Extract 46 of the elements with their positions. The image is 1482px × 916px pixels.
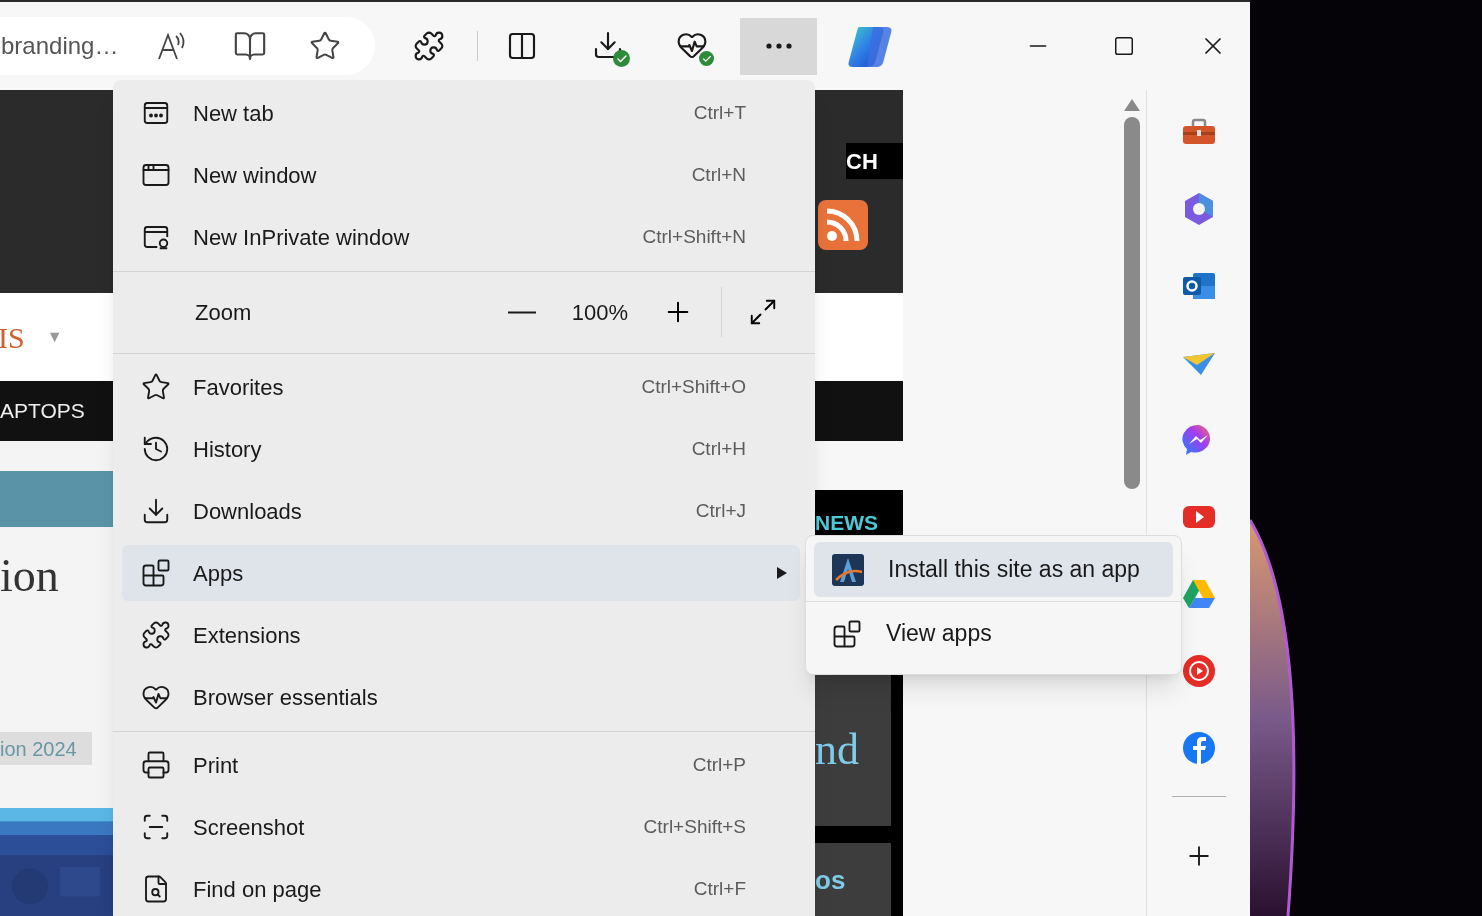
more-icon bbox=[765, 43, 792, 49]
menu-item[interactable]: Extensions bbox=[122, 607, 800, 663]
puzzle-icon bbox=[141, 620, 171, 650]
menu-item[interactable]: Browser essentials bbox=[122, 669, 800, 725]
extensions-icon[interactable] bbox=[413, 30, 445, 62]
article-heading: os bbox=[815, 867, 847, 893]
rss-icon[interactable] bbox=[818, 200, 868, 250]
star-icon bbox=[141, 372, 171, 402]
screenshot-icon bbox=[141, 812, 171, 842]
circle-logo-icon[interactable] bbox=[1180, 730, 1217, 766]
zoom-label: Zoom bbox=[195, 298, 253, 327]
article-heading: nd bbox=[815, 728, 859, 772]
app-logo-icon bbox=[832, 553, 864, 586]
article-tag: ion 2024 bbox=[0, 732, 92, 765]
menu-item[interactable]: Find on page Ctrl+F bbox=[122, 861, 800, 916]
search-label: CH bbox=[846, 143, 903, 179]
printer-icon bbox=[141, 750, 171, 780]
menu-item[interactable]: New window Ctrl+N bbox=[122, 147, 800, 203]
submenu-item[interactable]: View apps bbox=[814, 606, 1173, 661]
immersive-reader-icon[interactable] bbox=[233, 29, 267, 63]
menu-item[interactable]: Downloads Ctrl+J bbox=[122, 483, 800, 539]
zoom-level: 100% bbox=[570, 298, 630, 327]
apps-icon bbox=[832, 618, 862, 649]
history-icon bbox=[141, 434, 171, 464]
nav-item[interactable]: APTOPS bbox=[0, 395, 85, 427]
menu-item[interactable]: New tab Ctrl+T bbox=[122, 85, 800, 141]
menu-item[interactable]: Favorites Ctrl+Shift+O bbox=[122, 359, 800, 415]
split-screen-icon[interactable] bbox=[506, 30, 538, 62]
menu-item[interactable]: Print Ctrl+P bbox=[122, 737, 800, 793]
apps-icon bbox=[141, 558, 171, 588]
star-icon[interactable] bbox=[309, 30, 341, 62]
menu-item[interactable]: Screenshot Ctrl+Shift+S bbox=[122, 799, 800, 855]
scroll-up-icon[interactable] bbox=[1123, 98, 1141, 112]
submenu-item[interactable]: Install this site as an app bbox=[814, 542, 1173, 597]
expand-icon bbox=[748, 297, 778, 327]
menu-item[interactable]: Apps bbox=[122, 545, 800, 601]
caret-icon: ▼ bbox=[46, 325, 63, 349]
menu-item[interactable]: New InPrivate window Ctrl+Shift+N bbox=[122, 209, 800, 265]
article-heading: ion bbox=[0, 553, 60, 599]
minus-icon bbox=[508, 310, 536, 314]
download-icon bbox=[141, 496, 171, 526]
section-heading: NEWS bbox=[815, 512, 879, 533]
address-bar[interactable]: branding… bbox=[0, 17, 375, 75]
maximize-icon[interactable] bbox=[1113, 35, 1135, 57]
menu-item[interactable]: History Ctrl+H bbox=[122, 421, 800, 477]
play-circle-icon[interactable] bbox=[1180, 653, 1217, 689]
